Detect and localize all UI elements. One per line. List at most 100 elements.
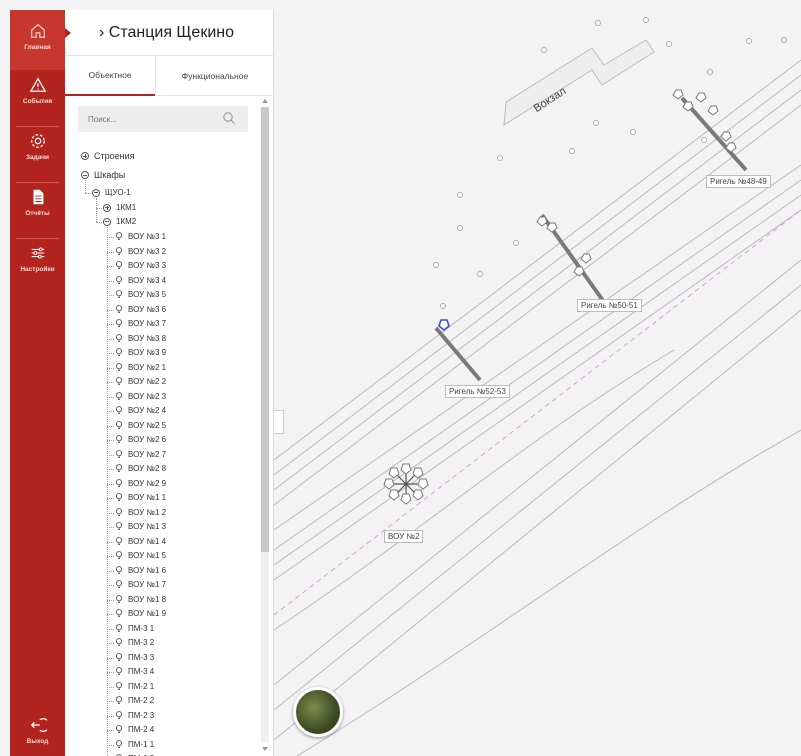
logout-button[interactable]: Выход	[10, 716, 65, 756]
nav-label: Отчёты	[25, 210, 50, 217]
tree-leaf-item[interactable]: ПМ-2 4	[115, 725, 154, 734]
tree-leaf-item[interactable]: ВОУ №1 9	[115, 609, 166, 618]
tree-leaf-label: ВОУ №1 7	[128, 580, 167, 589]
tree-node-km2[interactable]: 1КМ2	[103, 217, 136, 226]
tree-connector	[107, 512, 114, 514]
tree-leaf-item[interactable]: ПМ-3 4	[115, 667, 154, 676]
rigel-52-53-label[interactable]: Ригель №52-53	[445, 385, 510, 398]
collapse-icon[interactable]	[81, 171, 89, 179]
bulb-icon	[115, 652, 123, 661]
tree-connector	[85, 193, 91, 194]
tree-connector	[107, 556, 114, 557]
tree-leaf-item[interactable]: ПМ-2 1	[115, 682, 154, 691]
tree-leaf-item[interactable]: ВОУ №3 9	[115, 348, 166, 357]
map-canvas[interactable]	[274, 10, 801, 756]
tree-leaf-item[interactable]: ВОУ №2 3	[115, 392, 166, 401]
nav-item-events[interactable]: События	[10, 76, 65, 126]
rigel-48-49-marker[interactable]	[672, 89, 748, 172]
tree-node-label: ЩУО-1	[105, 188, 131, 197]
tree-connector	[107, 309, 114, 311]
tree-leaf-item[interactable]: ВОУ №3 5	[115, 290, 166, 299]
tree-connector	[107, 382, 114, 383]
satellite-layer-toggle[interactable]	[293, 687, 343, 737]
bulb-icon	[115, 261, 123, 270]
tree-connector	[107, 628, 114, 630]
tree-leaf-item[interactable]: ВОУ №2 9	[115, 479, 166, 488]
object-panel: › Станция Щекино Объектное Функционально…	[65, 10, 274, 756]
collapse-icon[interactable]	[92, 188, 100, 197]
tree-leaf-item[interactable]: ВОУ №3 2	[115, 247, 166, 256]
tree-leaf-item[interactable]: ВОУ №3 1	[115, 232, 166, 241]
map-view[interactable]: Вокзал Ригель №48-49 Ригель №50-51 Ригел…	[274, 10, 801, 756]
tree-leaf-item[interactable]: ВОУ №3 3	[115, 261, 166, 270]
tree-leaf-item[interactable]: ВОУ №2 1	[115, 363, 166, 372]
tree-leaf-item[interactable]: ПМ-3 2	[115, 638, 154, 647]
rigel-50-51-label[interactable]: Ригель №50-51	[577, 299, 642, 312]
tree-scrollbar[interactable]	[259, 97, 271, 756]
tree-node-km1[interactable]: 1КМ1	[103, 203, 136, 212]
map-side-handle[interactable]	[274, 410, 284, 434]
bulb-icon	[115, 319, 123, 328]
tree-leaf-item[interactable]: ВОУ №1 3	[115, 522, 166, 531]
tree-node-buildings[interactable]: Строения	[81, 151, 135, 161]
tree-leaf-item[interactable]: ПМ-3 3	[115, 653, 154, 662]
tree-connector	[96, 208, 102, 209]
tree-leaf-item[interactable]: ВОУ №1 7	[115, 580, 166, 589]
tree-leaf-item[interactable]: ВОУ №1 4	[115, 537, 166, 546]
tree-node-shuo[interactable]: ЩУО-1	[92, 188, 131, 197]
tree-leaf-item[interactable]: ПМ-3 1	[115, 624, 154, 633]
tree-leaf-item[interactable]: ВОУ №3 8	[115, 334, 166, 343]
tree-leaf-item[interactable]: ВОУ №3 7	[115, 319, 166, 328]
tree-leaf-label: ВОУ №1 4	[128, 536, 167, 546]
collapse-icon[interactable]	[103, 217, 111, 226]
tree-leaf-item[interactable]: ПМ-2 2	[115, 696, 154, 705]
logout-icon	[30, 718, 47, 732]
railway-tracks	[274, 59, 801, 756]
tree-leaf-item[interactable]: ВОУ №1 2	[115, 508, 166, 517]
tree-leaf-item[interactable]: ВОУ №2 8	[115, 464, 166, 473]
nav-item-home[interactable]: Главная	[10, 10, 65, 70]
bulb-icon	[115, 667, 123, 676]
nav-item-settings[interactable]: Настройки	[10, 244, 65, 294]
tree-leaf-item[interactable]: ВОУ №1 5	[115, 551, 166, 560]
tree-connector	[107, 251, 114, 253]
tree-leaf-item[interactable]: ВОУ №3 6	[115, 305, 166, 314]
tree-leaf-item[interactable]: ВОУ №3 4	[115, 276, 166, 285]
tree-leaf-item[interactable]: ВОУ №2 2	[115, 377, 166, 386]
tree-leaf-item[interactable]: ВОУ №1 6	[115, 566, 166, 575]
bulb-icon	[115, 406, 123, 415]
tree-leaf-label: ПМ-3 2	[128, 638, 155, 647]
tree-leaf-item[interactable]: ПМ-1 1	[115, 740, 154, 749]
tree-leaf-label: ВОУ №2 3	[128, 391, 167, 401]
tree-leaf-item[interactable]: ВОУ №2 5	[115, 421, 166, 430]
station-building[interactable]	[503, 39, 655, 126]
rigel-50-51-marker[interactable]	[536, 213, 606, 304]
nav-item-tasks[interactable]: Задачи	[10, 132, 65, 182]
tree-node-cabinets[interactable]: Шкафы	[81, 170, 125, 180]
tree-leaf-item[interactable]: ПМ-2 3	[115, 711, 154, 720]
scroll-down-icon[interactable]	[262, 747, 268, 751]
tree-leaf-label: ВОУ №3 5	[128, 290, 167, 299]
expand-icon[interactable]	[103, 203, 111, 212]
tree-leaf-item[interactable]: ВОУ №2 4	[115, 406, 166, 415]
tree-leaf-item[interactable]: ВОУ №2 7	[115, 450, 166, 459]
bulb-icon	[115, 348, 123, 357]
scroll-up-icon[interactable]	[262, 99, 268, 103]
tree-leaf-item[interactable]: ВОУ №1 1	[115, 493, 166, 502]
rigel-48-49-label[interactable]: Ригель №48-49	[706, 175, 771, 188]
tree-leaf-label: ВОУ №3 4	[128, 275, 167, 285]
bulb-icon	[115, 638, 123, 647]
tree-leaf-item[interactable]: ВОУ №2 6	[115, 435, 166, 444]
nav-item-reports[interactable]: Отчёты	[10, 188, 65, 238]
tree-node-label: 1КМ2	[116, 217, 137, 226]
tree-leaf-label: ВОУ №2 4	[128, 406, 167, 415]
tree-leaf-label: ПМ-2 3	[128, 710, 155, 720]
expand-icon[interactable]	[81, 152, 89, 160]
vou2-label[interactable]: ВОУ №2	[384, 530, 424, 543]
bulb-icon	[115, 536, 123, 545]
bulb-icon	[115, 507, 123, 516]
nav-divider	[16, 126, 59, 127]
tree-leaf-item[interactable]: ВОУ №1 8	[115, 595, 166, 604]
bulb-icon	[115, 580, 123, 589]
scroll-thumb[interactable]	[261, 107, 269, 552]
